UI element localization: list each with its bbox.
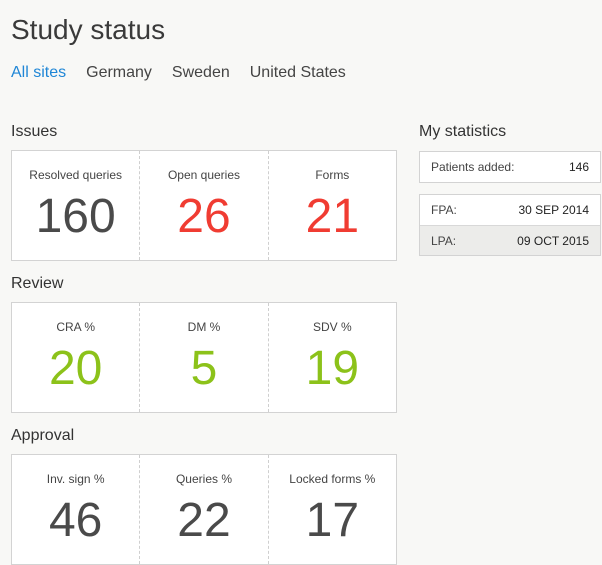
site-tabs: All sites Germany Sweden United States [11,64,366,82]
approval-card: Inv. sign % 46 Queries % 22 Locked forms… [11,454,397,565]
lpa-label: LPA: [431,233,457,248]
patients-added-label: Patients added: [431,160,515,174]
dm-tile[interactable]: DM % 5 [139,303,267,412]
tab-germany[interactable]: Germany [86,64,152,82]
sdv-label: SDV % [312,320,352,334]
lpa-value: 09 OCT 2015 [517,233,589,248]
approval-heading: Approval [11,427,75,444]
tab-united-states[interactable]: United States [250,64,346,82]
sdv-value: 19 [305,342,360,395]
open-queries-tile[interactable]: Open queries 26 [139,151,267,260]
inv-sign-label: Inv. sign % [46,472,105,486]
resolved-queries-label: Resolved queries [29,168,123,182]
queries-pct-label: Queries % [175,472,232,486]
sdv-tile[interactable]: SDV % 19 [267,303,396,412]
patient-dates-box: FPA: 30 SEP 2014 LPA: 09 OCT 2015 [419,194,601,256]
patients-added-row: Patients added: 146 [420,152,600,182]
inv-sign-value: 46 [48,494,103,547]
queries-pct-value: 22 [177,494,231,547]
forms-label: Forms [315,168,350,182]
resolved-queries-tile[interactable]: Resolved queries 160 [12,151,139,260]
review-heading: Review [11,275,64,292]
patients-added-value: 146 [568,160,589,174]
forms-tile[interactable]: Forms 21 [267,151,396,260]
cra-label: CRA % [56,320,95,334]
resolved-queries-value: 160 [35,190,116,243]
issues-card: Resolved queries 160 Open queries 26 For… [11,150,397,261]
lpa-row: LPA: 09 OCT 2015 [420,225,600,255]
page-title: Study status [11,14,166,45]
inv-sign-tile[interactable]: Inv. sign % 46 [12,455,139,564]
forms-value: 21 [305,190,360,243]
my-statistics-heading: My statistics [419,123,507,140]
tab-sweden[interactable]: Sweden [172,64,230,82]
locked-forms-tile[interactable]: Locked forms % 17 [267,455,396,564]
fpa-label: FPA: [431,203,457,217]
fpa-value: 30 SEP 2014 [518,203,589,217]
cra-value: 20 [48,342,103,395]
queries-pct-tile[interactable]: Queries % 22 [139,455,267,564]
tab-all-sites[interactable]: All sites [11,64,66,82]
dm-label: DM % [187,320,221,334]
issues-heading: Issues [11,123,58,140]
patients-added-box: Patients added: 146 [419,151,601,183]
dm-value: 5 [190,342,218,395]
fpa-row: FPA: 30 SEP 2014 [420,195,600,225]
open-queries-label: Open queries [167,168,241,182]
cra-tile[interactable]: CRA % 20 [12,303,139,412]
locked-forms-label: Locked forms % [289,472,376,486]
review-card: CRA % 20 DM % 5 SDV % 19 [11,302,397,413]
open-queries-value: 26 [177,190,231,243]
locked-forms-value: 17 [305,494,360,547]
